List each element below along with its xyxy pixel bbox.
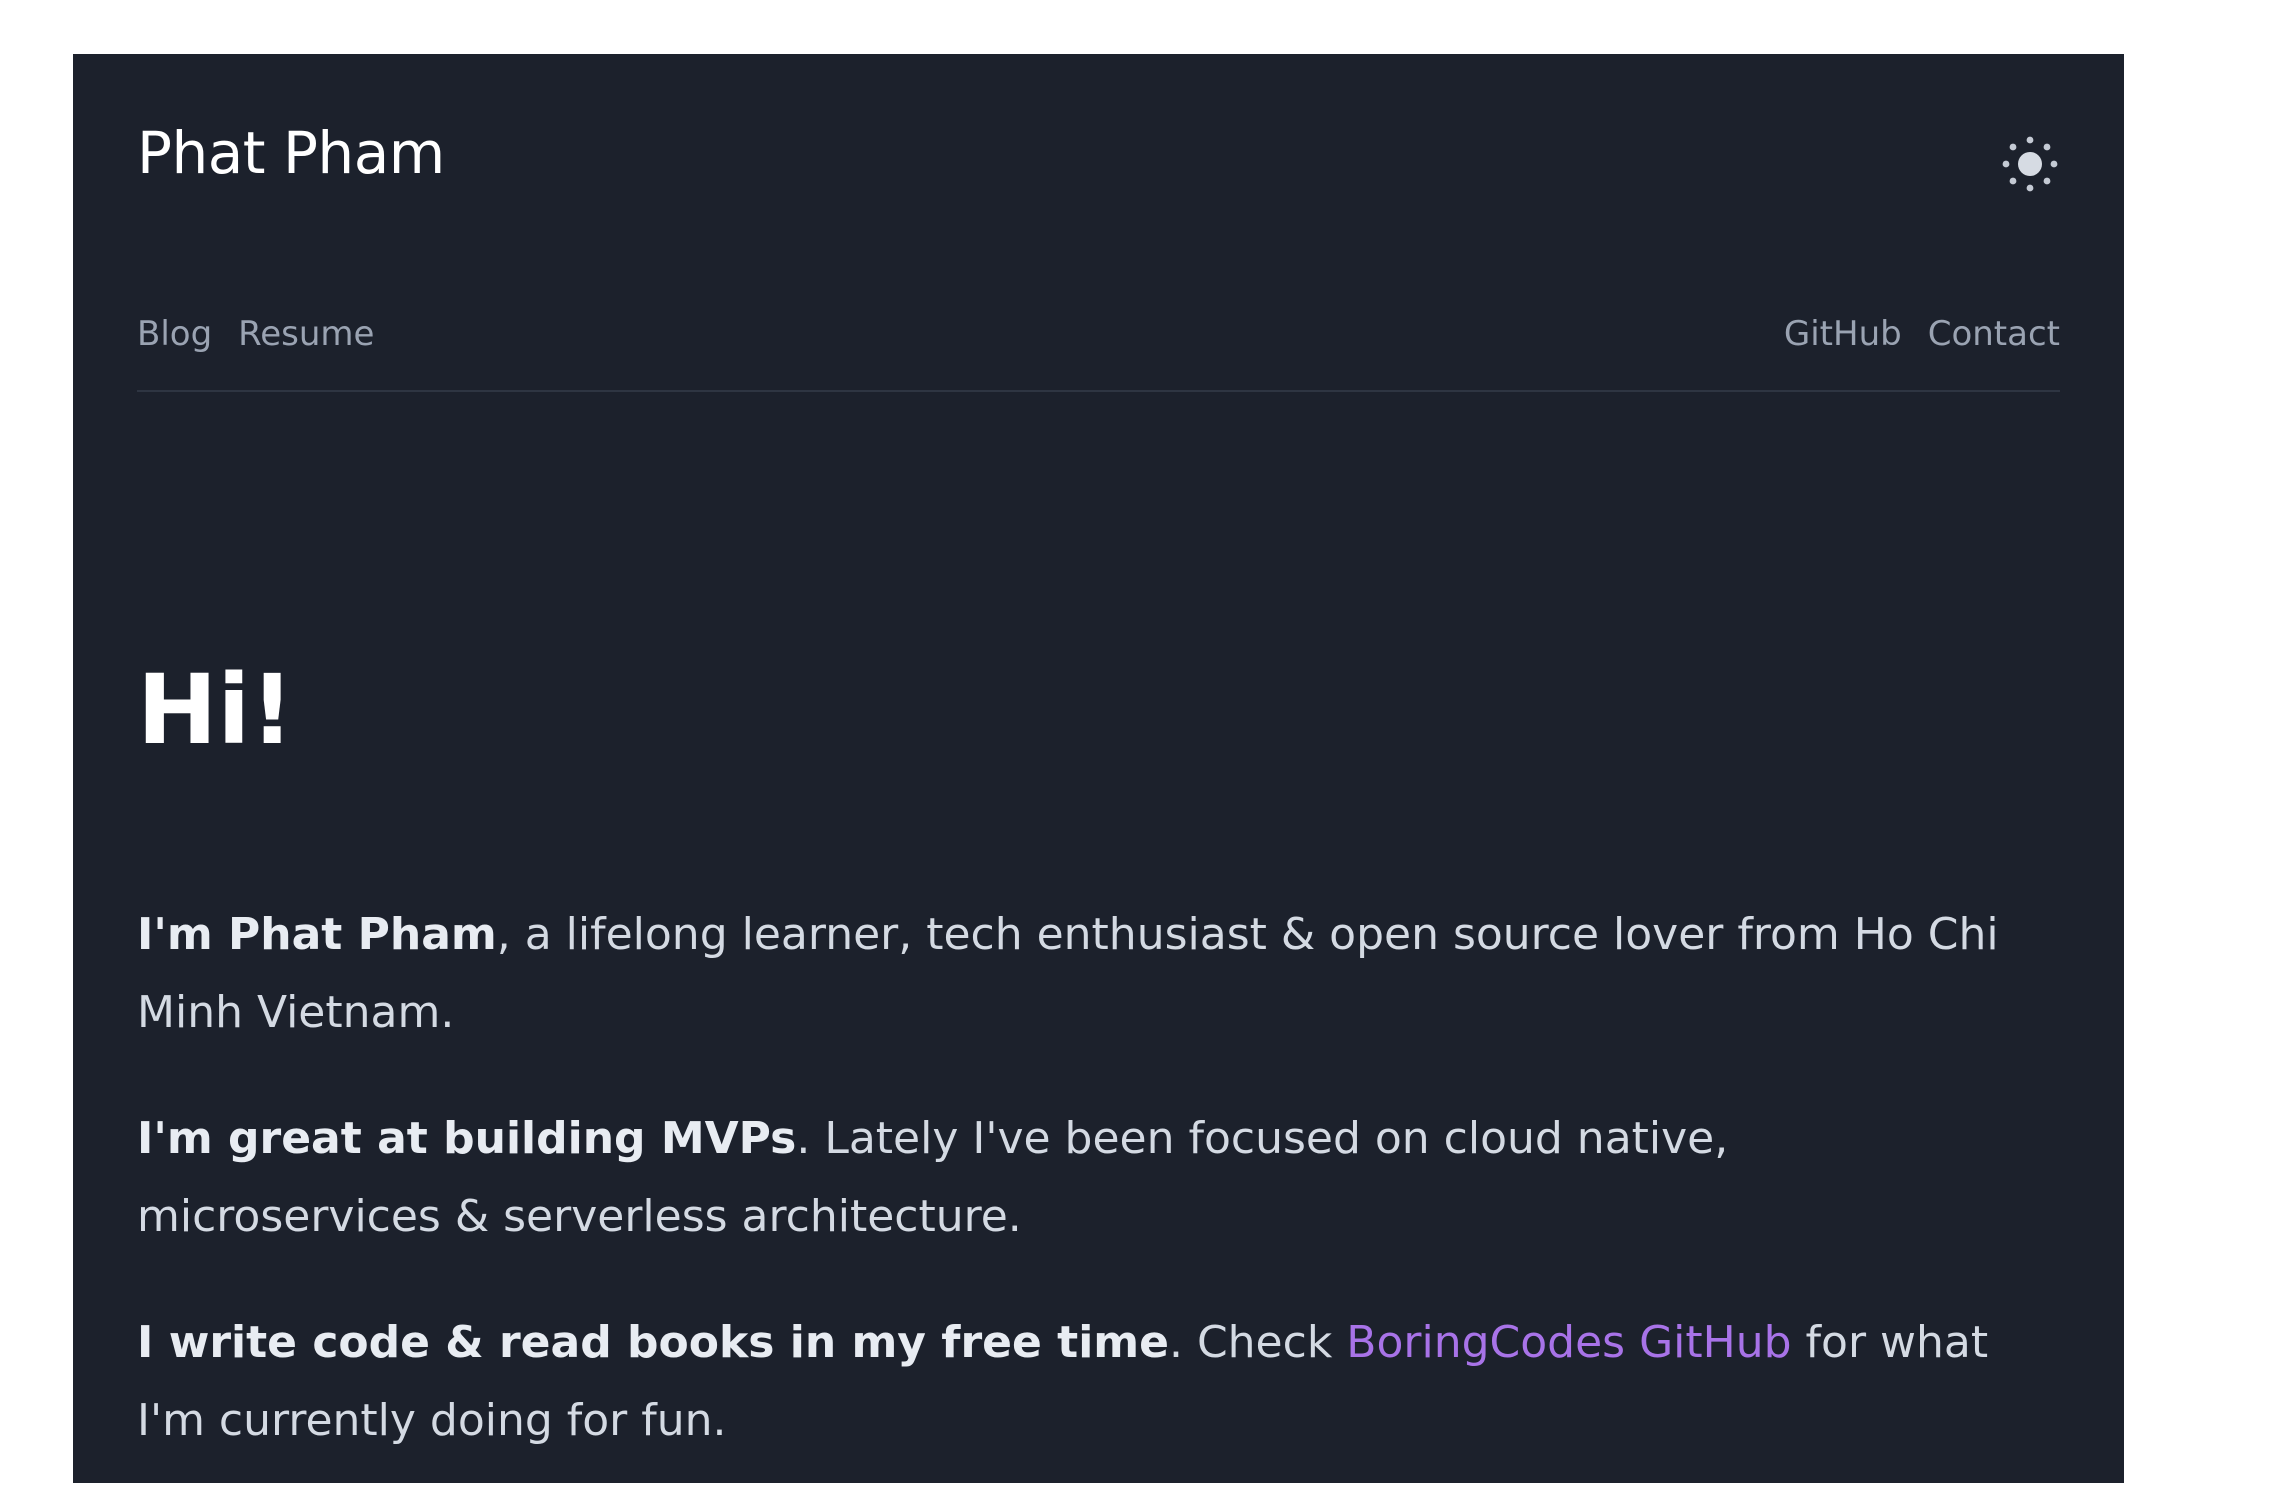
- intro-p1-bold: I'm Phat Pham: [137, 909, 497, 960]
- intro-p3-bold: I write code & read books in my free tim…: [137, 1317, 1169, 1368]
- page-container: Phat Pham Blog Resume GitHub Contact Hi!…: [137, 54, 2060, 1446]
- nav-link-blog[interactable]: Blog: [137, 314, 212, 354]
- nav-link-resume[interactable]: Resume: [238, 314, 374, 354]
- main-nav: Blog Resume GitHub Contact: [137, 312, 2060, 356]
- theme-toggle-button[interactable]: [2000, 134, 2060, 194]
- intro-paragraph-3: I write code & read books in my free tim…: [137, 1304, 2020, 1460]
- nav-link-github[interactable]: GitHub: [1784, 314, 1902, 354]
- intro-paragraph-1: I'm Phat Pham, a lifelong learner, tech …: [137, 896, 2020, 1052]
- intro-p3-text-before-link: . Check: [1168, 1317, 1347, 1368]
- hero-heading: Hi!: [137, 654, 295, 766]
- intro-p2-bold: I'm great at building MVPs: [137, 1113, 797, 1164]
- intro-section: I'm Phat Pham, a lifelong learner, tech …: [137, 896, 2020, 1508]
- intro-paragraph-2: I'm great at building MVPs. Lately I've …: [137, 1100, 2020, 1256]
- nav-right: GitHub Contact: [1758, 312, 2060, 356]
- site-header: Phat Pham: [137, 54, 2060, 192]
- sun-icon: [2002, 136, 2058, 192]
- page-frame: Phat Pham Blog Resume GitHub Contact Hi!…: [73, 54, 2124, 1483]
- site-title[interactable]: Phat Pham: [137, 124, 445, 182]
- boringcodes-github-link[interactable]: BoringCodes GitHub: [1346, 1317, 1791, 1368]
- header-divider: [137, 390, 2060, 392]
- nav-left: Blog Resume: [137, 312, 400, 356]
- nav-link-contact[interactable]: Contact: [1928, 314, 2060, 354]
